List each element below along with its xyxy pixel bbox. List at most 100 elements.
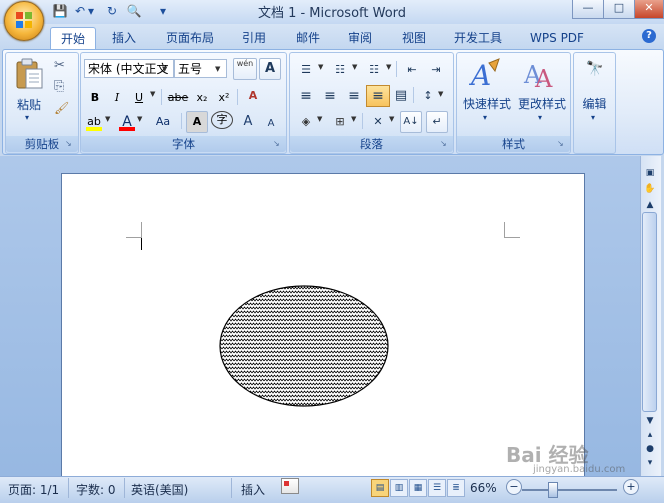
clipboard-launcher-icon[interactable]: ↘ <box>65 140 73 148</box>
highlight-button[interactable]: ab <box>83 111 105 133</box>
word-count[interactable]: 字数: 0 <box>76 481 116 498</box>
editing-button[interactable]: 编辑 <box>576 95 613 112</box>
paste-button[interactable]: 粘贴 <box>10 96 48 113</box>
phonetic-guide-button[interactable]: wén <box>233 58 257 80</box>
zoom-in-button[interactable]: + <box>623 479 639 495</box>
align-center-button[interactable]: ≡ <box>318 85 342 107</box>
tab-references[interactable]: 引用 <box>234 27 274 49</box>
ruler-toggle-icon[interactable]: ▣ <box>642 166 658 180</box>
italic-button[interactable]: I <box>107 87 127 109</box>
next-page-button[interactable]: ▾ <box>642 456 658 470</box>
zoom-out-button[interactable]: − <box>506 479 522 495</box>
outline-view-button[interactable]: ☰ <box>428 479 446 497</box>
language-indicator[interactable]: 英语(美国) <box>131 481 188 498</box>
multilevel-list-button[interactable]: ☷ <box>362 59 386 81</box>
underline-button[interactable]: U <box>129 87 149 109</box>
borders-button[interactable]: ⊞ <box>328 111 352 133</box>
pan-hand-icon[interactable]: ✋ <box>642 182 658 196</box>
tab-developer[interactable]: 开发工具 <box>448 27 508 49</box>
grow-font-button[interactable]: A <box>237 111 259 133</box>
quick-styles-icon[interactable]: A <box>468 57 503 92</box>
multilevel-dropdown-icon[interactable]: ▼ <box>386 63 391 71</box>
highlight-dropdown-icon[interactable]: ▼ <box>105 115 110 123</box>
bold-button[interactable]: B <box>85 87 105 109</box>
zoom-slider-knob[interactable] <box>548 482 558 498</box>
customize-qat-icon[interactable]: ▾ <box>158 3 168 19</box>
format-painter-icon[interactable]: 🖌 <box>54 101 69 115</box>
redo-icon[interactable]: ↻ <box>104 3 120 19</box>
shrink-font-button[interactable]: A <box>261 113 281 135</box>
change-styles-button[interactable]: 更改样式 <box>515 95 569 112</box>
help-icon[interactable]: ? <box>642 29 656 43</box>
insert-mode-indicator[interactable]: 插入 <box>241 481 265 498</box>
tab-wps-pdf[interactable]: WPS PDF <box>524 27 590 49</box>
print-preview-icon[interactable]: 🔍 <box>126 3 142 19</box>
strikethrough-button[interactable]: abe <box>165 87 191 109</box>
styles-launcher-icon[interactable]: ↘ <box>557 140 565 148</box>
font-color-button[interactable]: A <box>117 111 137 133</box>
hatched-ellipse-shape[interactable] <box>216 282 392 410</box>
bullets-dropdown-icon[interactable]: ▼ <box>318 63 323 71</box>
justify-button[interactable]: ≡ <box>366 85 390 107</box>
font-launcher-icon[interactable]: ↘ <box>273 140 281 148</box>
borders-dropdown-icon[interactable]: ▼ <box>351 115 356 123</box>
increase-indent-button[interactable]: ⇥ <box>424 59 448 81</box>
copy-icon[interactable]: ⎘ <box>54 79 64 94</box>
undo-dropdown-icon[interactable]: ▾ <box>86 3 96 19</box>
subscript-button[interactable]: x₂ <box>191 87 213 109</box>
shading-button[interactable]: ◈ <box>294 111 318 133</box>
bullets-button[interactable]: ☰ <box>294 59 318 81</box>
office-button[interactable] <box>4 1 44 41</box>
select-browse-object-button[interactable]: ● <box>642 442 658 456</box>
paste-icon[interactable] <box>14 58 44 90</box>
tab-page-layout[interactable]: 页面布局 <box>158 27 222 49</box>
zoom-slider-track[interactable] <box>522 489 617 491</box>
numbering-dropdown-icon[interactable]: ▼ <box>352 63 357 71</box>
web-layout-view-button[interactable]: ▦ <box>409 479 427 497</box>
print-layout-view-button[interactable]: ▤ <box>371 479 389 497</box>
tab-review[interactable]: 审阅 <box>340 27 380 49</box>
find-binoculars-icon[interactable]: 🔭 <box>586 61 603 77</box>
clear-formatting-button[interactable]: A <box>241 85 265 107</box>
shading-dropdown-icon[interactable]: ▼ <box>317 115 322 123</box>
underline-dropdown-icon[interactable]: ▼ <box>150 90 155 98</box>
scroll-thumb[interactable] <box>642 212 657 412</box>
paste-dropdown-icon[interactable]: ▾ <box>25 113 29 122</box>
asian-layout-dropdown-icon[interactable]: ▼ <box>389 115 394 123</box>
line-spacing-dropdown-icon[interactable]: ▼ <box>438 90 443 98</box>
enclose-characters-button[interactable]: 字 <box>211 111 233 129</box>
minimize-button[interactable]: — <box>572 0 604 19</box>
numbering-button[interactable]: ☷ <box>328 59 352 81</box>
scroll-down-button[interactable]: ▼ <box>642 414 658 428</box>
close-button[interactable]: ✕ <box>634 0 664 19</box>
tab-mailings[interactable]: 邮件 <box>288 27 328 49</box>
quick-styles-button[interactable]: 快速样式 <box>459 95 515 112</box>
change-styles-icon[interactable]: A A <box>523 57 557 93</box>
zoom-level[interactable]: 66% <box>470 481 497 495</box>
scroll-up-button[interactable]: ▲ <box>642 198 658 212</box>
decrease-indent-button[interactable]: ⇤ <box>400 59 424 81</box>
superscript-button[interactable]: x² <box>213 87 235 109</box>
save-icon[interactable]: 💾 <box>52 3 68 19</box>
asian-layout-button[interactable]: ✕ <box>366 111 390 133</box>
change-styles-dropdown-icon[interactable]: ▾ <box>538 113 542 122</box>
show-marks-button[interactable]: ↵ <box>426 111 448 133</box>
maximize-button[interactable]: □ <box>603 0 635 19</box>
font-color-dropdown-icon[interactable]: ▼ <box>137 115 142 123</box>
draft-view-button[interactable]: ≣ <box>447 479 465 497</box>
font-size-combo[interactable]: 五号 ▼ <box>174 59 227 78</box>
editing-dropdown-icon[interactable]: ▾ <box>591 113 595 122</box>
page-count[interactable]: 页面: 1/1 <box>8 481 59 498</box>
macro-record-icon[interactable] <box>281 478 299 494</box>
align-left-button[interactable]: ≡ <box>294 85 318 107</box>
character-shading-button[interactable]: A <box>186 111 208 133</box>
character-border-button[interactable]: A <box>259 58 281 80</box>
quick-styles-dropdown-icon[interactable]: ▾ <box>483 113 487 122</box>
font-name-combo[interactable]: 宋体 (中文正文 ▼ <box>84 59 174 78</box>
sort-button[interactable]: A↓ <box>400 111 422 133</box>
full-screen-reading-view-button[interactable]: ▥ <box>390 479 408 497</box>
cut-icon[interactable]: ✂ <box>54 58 65 73</box>
tab-home[interactable]: 开始 <box>50 27 96 50</box>
paragraph-launcher-icon[interactable]: ↘ <box>440 140 448 148</box>
previous-page-button[interactable]: ▴ <box>642 428 658 442</box>
